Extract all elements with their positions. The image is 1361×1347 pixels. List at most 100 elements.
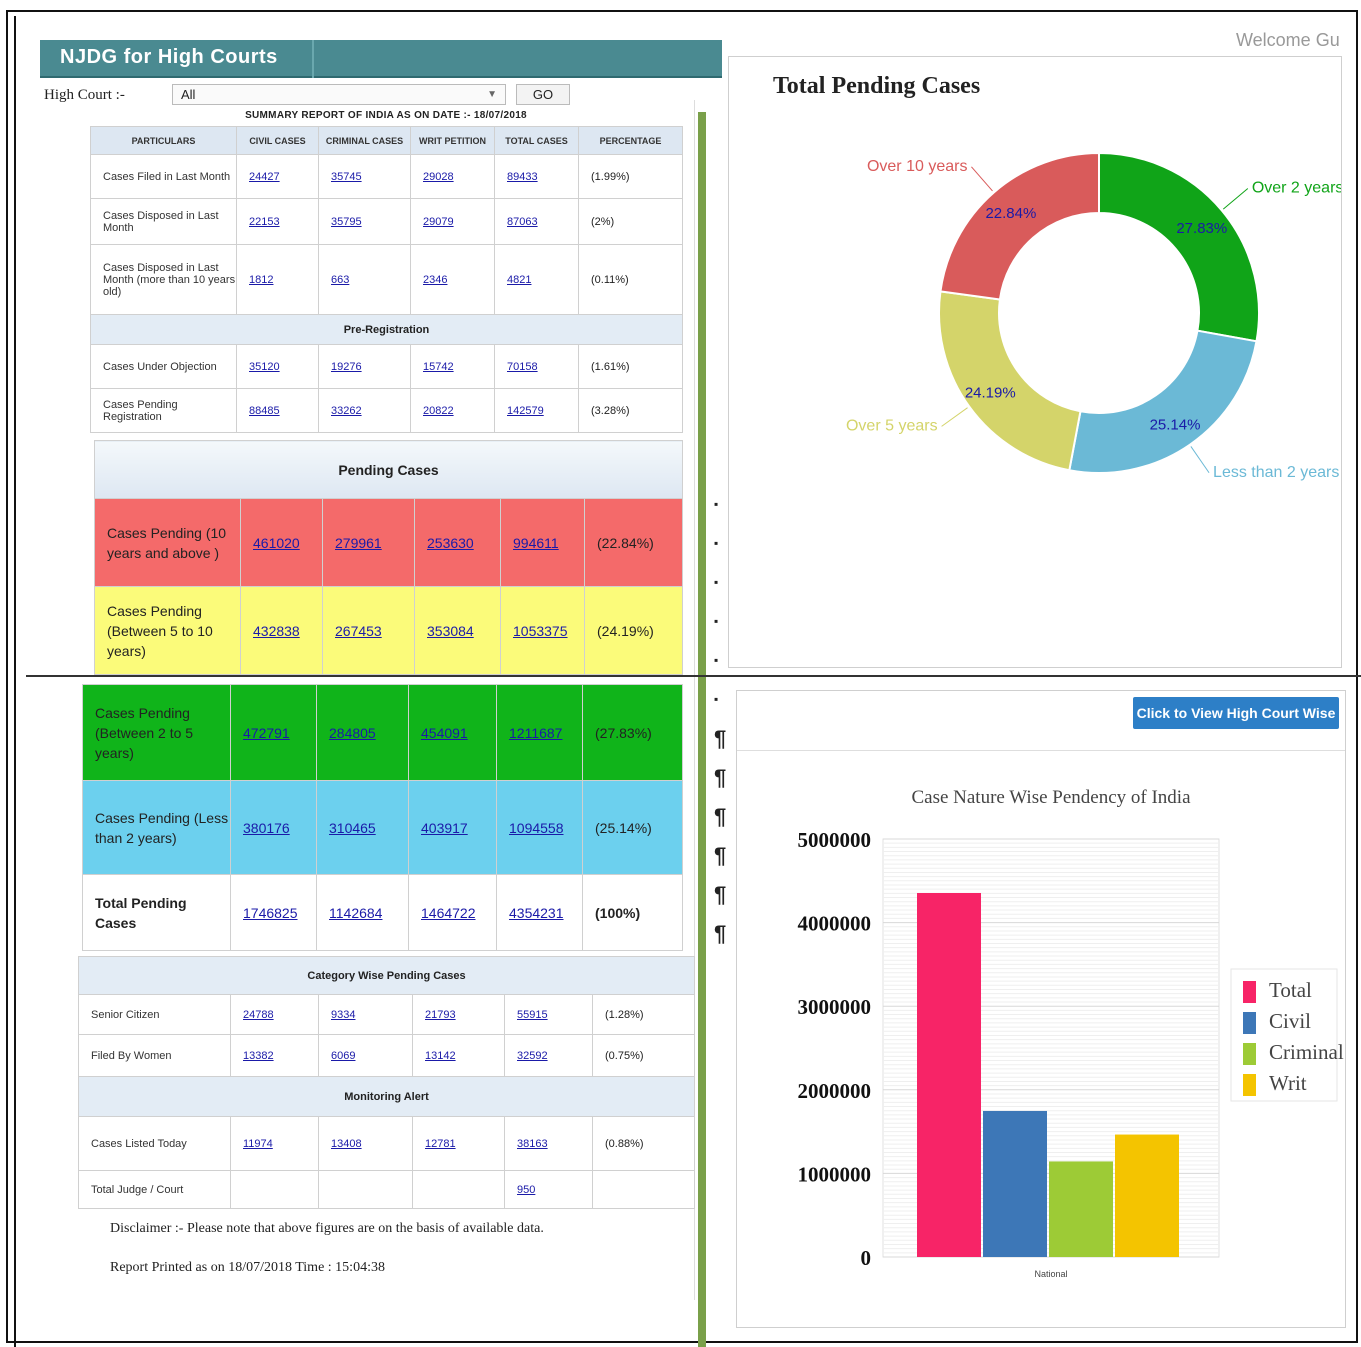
- criminal-count-link[interactable]: 19276: [331, 361, 362, 373]
- civil-count-link[interactable]: 472791: [243, 725, 290, 741]
- pilcrow-icon: ¶: [714, 882, 727, 907]
- pilcrow-icon: ¶: [714, 765, 727, 790]
- writ-count-link[interactable]: 253630: [427, 535, 474, 551]
- civil-count-link[interactable]: 35120: [249, 361, 280, 373]
- writ-cell: 13142: [412, 1034, 505, 1077]
- total-count-link[interactable]: 1094558: [509, 820, 564, 836]
- donut-slice[interactable]: [938, 290, 1082, 472]
- total-pending-label: Total Pending Cases: [82, 874, 231, 951]
- writ-count-link[interactable]: 21793: [425, 1009, 456, 1021]
- civil-count-link[interactable]: 11974: [243, 1138, 273, 1150]
- legend-label[interactable]: Total: [1269, 978, 1312, 1002]
- writ-cell: 454091: [408, 684, 497, 781]
- writ-count-link[interactable]: 2346: [423, 274, 447, 286]
- high-court-select[interactable]: All ▼: [172, 84, 506, 105]
- writ-count-link[interactable]: 353084: [427, 623, 474, 639]
- total-count-link[interactable]: 142579: [507, 405, 544, 417]
- high-court-filter-label: High Court :-: [44, 86, 125, 103]
- total-civil-link[interactable]: 1746825: [243, 905, 298, 921]
- scrollbar-thumb[interactable]: [698, 112, 706, 1347]
- civil-count-link[interactable]: 13382: [243, 1050, 274, 1062]
- criminal-count-link[interactable]: 13408: [331, 1138, 362, 1150]
- total-count-link[interactable]: 87063: [507, 216, 538, 228]
- summary-table-top: PARTICULARS CIVIL CASES CRIMINAL CASES W…: [90, 126, 683, 433]
- pending-section-title: Pending Cases: [93, 440, 684, 499]
- total-pending-row: Total Pending Cases 1746825 1142684 1464…: [82, 874, 683, 951]
- criminal-count-link[interactable]: 6069: [331, 1050, 355, 1062]
- writ-cell: [412, 1170, 505, 1209]
- criminal-count-link[interactable]: 9334: [331, 1009, 355, 1021]
- criminal-count-link[interactable]: 663: [331, 274, 349, 286]
- total-count-link[interactable]: 1053375: [513, 623, 568, 639]
- civil-count-link[interactable]: 88485: [249, 405, 280, 417]
- total-writ-link[interactable]: 1464722: [421, 905, 476, 921]
- writ-count-link[interactable]: 29028: [423, 171, 454, 183]
- total-total-link[interactable]: 4354231: [509, 905, 564, 921]
- pct-cell: (25.14%): [582, 780, 683, 875]
- label-cell: Cases Listed Today: [78, 1116, 231, 1171]
- writ-count-link[interactable]: 29079: [423, 216, 454, 228]
- civil-count-link[interactable]: 22153: [249, 216, 280, 228]
- total-count-link[interactable]: 4821: [507, 274, 531, 286]
- total-count-link[interactable]: 1211687: [509, 725, 562, 741]
- frame-left-rule: [14, 16, 16, 1347]
- go-button[interactable]: GO: [516, 84, 570, 105]
- civil-count-link[interactable]: 461020: [253, 535, 300, 551]
- donut-slice[interactable]: [939, 151, 1100, 301]
- pilcrow-icon: ¶: [714, 804, 727, 829]
- civil-count-link[interactable]: 1812: [249, 274, 273, 286]
- bar-total[interactable]: [917, 892, 981, 1257]
- view-high-court-wise-button[interactable]: Click to View High Court Wise: [1133, 697, 1339, 729]
- writ-count-link[interactable]: 454091: [421, 725, 468, 741]
- table-row: Total Judge / Court 950: [78, 1170, 696, 1209]
- civil-cell: 380176: [230, 780, 317, 875]
- legend-label[interactable]: Civil: [1269, 1009, 1311, 1033]
- legend-label[interactable]: Writ: [1269, 1071, 1307, 1095]
- donut-slice[interactable]: [1098, 151, 1260, 343]
- writ-cell: 29028: [410, 154, 495, 199]
- legend-swatch: [1243, 1043, 1256, 1065]
- writ-count-link[interactable]: 15742: [423, 361, 454, 373]
- total-count-link[interactable]: 38163: [517, 1138, 548, 1150]
- civil-cell: 22153: [236, 198, 319, 245]
- bar-writ[interactable]: [1115, 1134, 1179, 1257]
- total-count-link[interactable]: 70158: [507, 361, 538, 373]
- writ-count-link[interactable]: 12781: [425, 1138, 456, 1150]
- total-count-link[interactable]: 32592: [517, 1050, 548, 1062]
- table-row: Senior Citizen 24788 9334 21793 55915 (1.28%): [78, 994, 696, 1035]
- total-count-link[interactable]: 950: [517, 1184, 535, 1196]
- y-tick-label: 0: [861, 1246, 872, 1270]
- total-count-link[interactable]: 89433: [507, 171, 538, 183]
- total-cell: 70158: [494, 344, 579, 389]
- criminal-count-link[interactable]: 33262: [331, 405, 362, 417]
- criminal-cell: [318, 1170, 413, 1209]
- total-count-link[interactable]: 994611: [513, 535, 559, 551]
- writ-count-link[interactable]: 20822: [423, 405, 454, 417]
- criminal-count-link[interactable]: 35745: [331, 171, 362, 183]
- civil-count-link[interactable]: 380176: [243, 820, 290, 836]
- criminal-cell: 279961: [322, 498, 415, 587]
- civil-count-link[interactable]: 24788: [243, 1009, 274, 1021]
- table-scrollbar[interactable]: [694, 100, 708, 1347]
- criminal-count-link[interactable]: 284805: [329, 725, 376, 741]
- bar-criminal[interactable]: [1049, 1161, 1113, 1257]
- donut-slice[interactable]: [1068, 329, 1258, 474]
- bar-panel-toolbar: Click to View High Court Wise: [737, 691, 1345, 751]
- criminal-count-link[interactable]: 267453: [335, 623, 382, 639]
- writ-count-link[interactable]: 403917: [421, 820, 468, 836]
- criminal-count-link[interactable]: 310465: [329, 820, 376, 836]
- legend-label[interactable]: Criminal: [1269, 1040, 1344, 1064]
- pct-cell: [591, 1170, 696, 1209]
- total-count-link[interactable]: 55915: [517, 1009, 548, 1021]
- bar-civil[interactable]: [983, 1110, 1047, 1257]
- criminal-count-link[interactable]: 35795: [331, 216, 362, 228]
- pending-table-bottom: Cases Pending (Between 2 to 5 years) 4727…: [82, 684, 683, 951]
- writ-count-link[interactable]: 13142: [425, 1050, 456, 1062]
- total-criminal-link[interactable]: 1142684: [329, 905, 382, 921]
- civil-count-link[interactable]: 24427: [249, 171, 280, 183]
- col-header-criminal: CRIMINAL CASES: [318, 126, 411, 155]
- donut-chart-panel: Total Pending Cases 27.83% Over 2 years 25…: [728, 56, 1342, 668]
- donut-leader-line: [941, 407, 968, 427]
- criminal-count-link[interactable]: 279961: [335, 535, 382, 551]
- civil-count-link[interactable]: 432838: [253, 623, 300, 639]
